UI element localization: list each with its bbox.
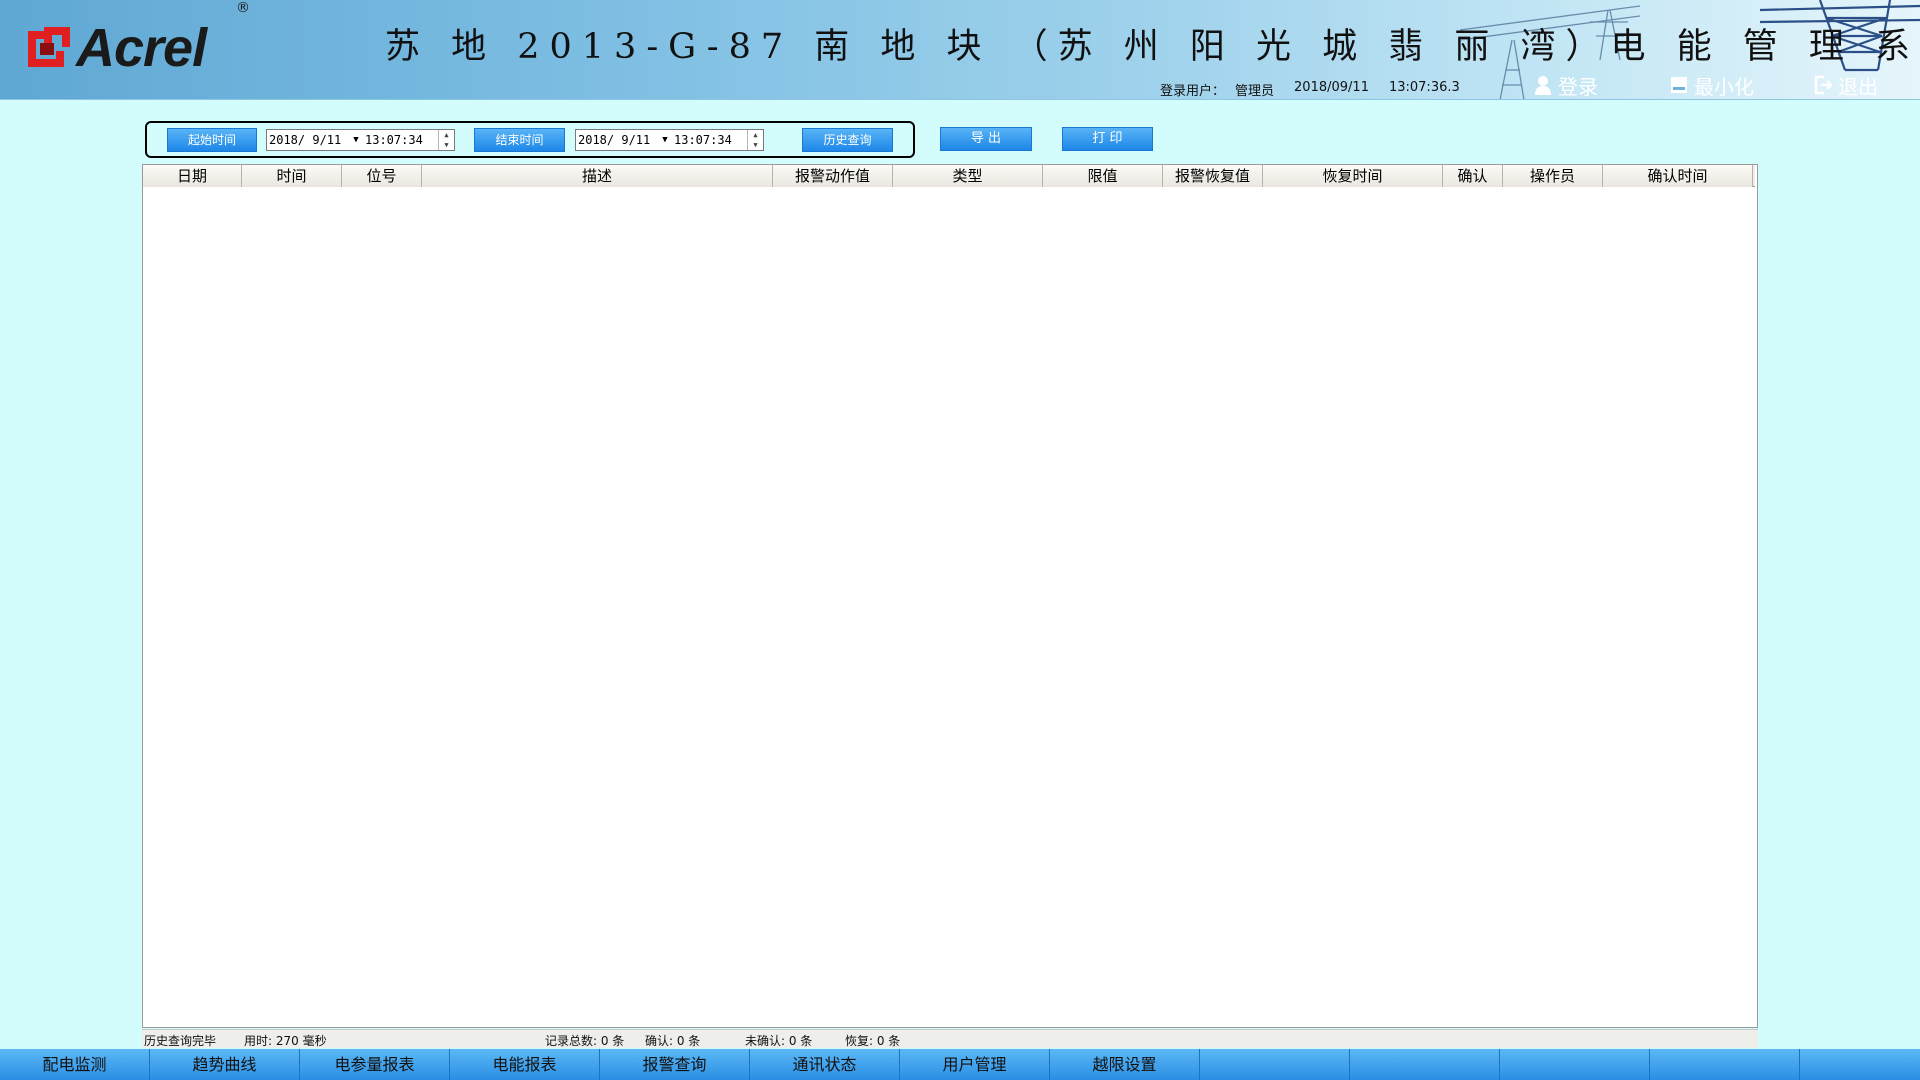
minimize-button[interactable]: 最小化 [1670, 72, 1754, 99]
status-elapsed: 用时: 270 毫秒 [244, 1034, 327, 1048]
history-query-button[interactable]: 历史查询 [802, 128, 893, 152]
spin-up-icon[interactable]: ▲ [748, 130, 763, 140]
column-header-recover-value[interactable]: 报警恢复值 [1163, 165, 1263, 187]
login-button-label: 登录 [1558, 74, 1598, 99]
end-time-button[interactable]: 结束时间 [474, 128, 565, 152]
login-user-name: 管理员 [1235, 84, 1275, 99]
nav-empty-slot[interactable] [1500, 1049, 1650, 1080]
current-date: 2018/09/11 [1294, 80, 1369, 95]
session-info: 登录用户： 管理员 2018/09/11 13:07:36.3 [1160, 80, 1460, 99]
print-button[interactable]: 打 印 [1062, 127, 1153, 151]
nav-empty-slot[interactable] [1800, 1049, 1920, 1080]
status-total: 记录总数: 0 条 [545, 1034, 625, 1048]
start-datetime-picker[interactable]: 2018/ 9/11 ▼ 13:07:34 ▲ ▼ [266, 129, 455, 151]
column-header-confirm-time[interactable]: 确认时间 [1603, 165, 1753, 187]
column-header-confirm[interactable]: 确认 [1443, 165, 1503, 187]
minimize-icon [1671, 77, 1687, 93]
column-header-tag[interactable]: 位号 [342, 165, 422, 187]
logo-text: Acrel [76, 18, 207, 78]
spin-up-icon[interactable]: ▲ [439, 130, 454, 140]
nav-limit-settings[interactable]: 越限设置 [1050, 1049, 1200, 1080]
login-user: 登录用户： 管理员 [1160, 80, 1274, 99]
nav-empty-slot[interactable] [1200, 1049, 1350, 1080]
end-time-spinner[interactable]: ▲ ▼ [747, 130, 763, 150]
table-header: 日期 时间 位号 描述 报警动作值 类型 限值 报警恢复值 恢复时间 确认 操作… [143, 165, 1755, 187]
end-date-value[interactable]: 2018/ 9/11 [576, 133, 658, 147]
login-button[interactable]: 登录 [1534, 72, 1598, 99]
nav-comm-status[interactable]: 通讯状态 [750, 1049, 900, 1080]
column-header-alarm-value[interactable]: 报警动作值 [773, 165, 893, 187]
nav-parameter-report[interactable]: 电参量报表 [300, 1049, 450, 1080]
nav-trend-curve[interactable]: 趋势曲线 [150, 1049, 300, 1080]
logout-button-label: 退出 [1838, 74, 1878, 99]
nav-empty-slot[interactable] [1350, 1049, 1500, 1080]
app-header: Acrel ® 苏 地 2013-G-87 南 地 块 （苏 州 阳 光 城 翡… [0, 0, 1920, 100]
user-icon [1535, 76, 1551, 95]
alarm-table[interactable]: 日期 时间 位号 描述 报警动作值 类型 限值 报警恢复值 恢复时间 确认 操作… [142, 164, 1758, 1028]
export-button[interactable]: 导 出 [940, 127, 1032, 151]
status-unconfirmed: 未确认: 0 条 [745, 1034, 813, 1048]
start-time-spinner[interactable]: ▲ ▼ [438, 130, 454, 150]
dropdown-arrow-icon[interactable]: ▼ [349, 135, 363, 145]
minimize-button-label: 最小化 [1694, 74, 1754, 99]
logout-icon [1814, 75, 1832, 95]
nav-energy-report[interactable]: 电能报表 [450, 1049, 600, 1080]
page-title: 苏 地 2013-G-87 南 地 块 （苏 州 阳 光 城 翡 丽 湾）电 能… [385, 27, 1920, 67]
registered-mark: ® [236, 0, 250, 16]
status-recovered: 恢复: 0 条 [845, 1034, 901, 1048]
current-time: 13:07:36.3 [1388, 80, 1460, 95]
column-header-operator[interactable]: 操作员 [1503, 165, 1603, 187]
logout-button[interactable]: 退出 [1814, 72, 1878, 99]
column-header-date[interactable]: 日期 [143, 165, 242, 187]
start-date-value[interactable]: 2018/ 9/11 [267, 133, 349, 147]
status-confirmed: 确认: 0 条 [645, 1034, 701, 1048]
spin-down-icon[interactable]: ▼ [748, 140, 763, 150]
start-time-value[interactable]: 13:07:34 [363, 133, 438, 147]
nav-user-management[interactable]: 用户管理 [900, 1049, 1050, 1080]
column-header-recover-time[interactable]: 恢复时间 [1263, 165, 1443, 187]
spin-down-icon[interactable]: ▼ [439, 140, 454, 150]
status-message: 历史查询完毕 [144, 1034, 217, 1048]
end-time-value[interactable]: 13:07:34 [672, 133, 747, 147]
bottom-nav: 配电监测 趋势曲线 电参量报表 电能报表 报警查询 通讯状态 用户管理 越限设置 [0, 1049, 1920, 1080]
nav-alarm-query[interactable]: 报警查询 [600, 1049, 750, 1080]
nav-power-monitoring[interactable]: 配电监测 [0, 1049, 150, 1080]
nav-empty-slot[interactable] [1650, 1049, 1800, 1080]
start-time-button[interactable]: 起始时间 [167, 128, 257, 152]
login-user-label: 登录用户： [1160, 84, 1226, 99]
acrel-logo: Acrel [26, 18, 207, 78]
column-header-time[interactable]: 时间 [242, 165, 342, 187]
end-datetime-picker[interactable]: 2018/ 9/11 ▼ 13:07:34 ▲ ▼ [575, 129, 764, 151]
status-bar: 历史查询完毕 用时: 270 毫秒 记录总数: 0 条 确认: 0 条 未确认:… [142, 1029, 1758, 1048]
column-header-type[interactable]: 类型 [893, 165, 1043, 187]
column-header-description[interactable]: 描述 [422, 165, 773, 187]
acrel-logo-mark-icon [28, 27, 70, 67]
dropdown-arrow-icon[interactable]: ▼ [658, 135, 672, 145]
column-header-limit[interactable]: 限值 [1043, 165, 1163, 187]
